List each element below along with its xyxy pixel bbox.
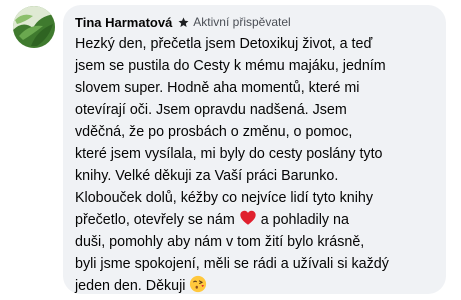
comment-line-part: jeden den. Děkuji [75,278,186,294]
comment-line: duši, pomohly aby nám v tom žití bylo kr… [75,234,365,250]
comment-line: které jsem vysílala, mi byly do cesty po… [75,146,383,162]
author-name[interactable]: Tina Harmatová [75,15,172,30]
comment-line: přečetlo, otevřely se nám a pohladily na [75,209,434,231]
comment-line: slovem super. Hodně aha momentů, které m… [75,80,360,96]
comment-line: otevírají oči. Jsem opravdu nadšená. Jse… [75,102,347,118]
kissing-face-emoji-icon [190,275,207,293]
comment-line: knihy. Velké děkuji za Vaší práci Barunk… [75,168,339,184]
comment-bubble: Tina Harmatová Aktivní přispěvatel Hezký… [63,5,446,294]
comment-line: jeden den. Děkuji [75,275,434,297]
avatar[interactable] [13,6,55,48]
comment-line-part: přečetlo, otevřely se nám [75,212,235,228]
comment-line: Hezký den, přečetla jsem Detoxikuj život… [75,36,373,52]
comment-line: Klobouček dolů, kéžby co nejvíce lidí ty… [75,190,374,206]
comment-header: Tina Harmatová Aktivní přispěvatel [75,13,434,31]
heart-emoji-icon [240,210,256,225]
comment-line: byli jsme spokojení, měli se rádi a užív… [75,256,389,272]
plant-avatar-icon [13,6,55,48]
comment-text: Hezký den, přečetla jsem Detoxikuj život… [75,33,434,297]
comment-line: jsem se pustila do Cesty k mému majáku, … [75,58,386,74]
comment-line: vděčná, že po prosbách o změnu, o pomoc, [75,124,353,140]
badge-label: Aktivní přispěvatel [193,15,291,29]
contributor-badge: Aktivní přispěvatel [178,15,291,29]
comment-line-part: a pohladily na [260,212,349,228]
star-icon [178,17,189,27]
